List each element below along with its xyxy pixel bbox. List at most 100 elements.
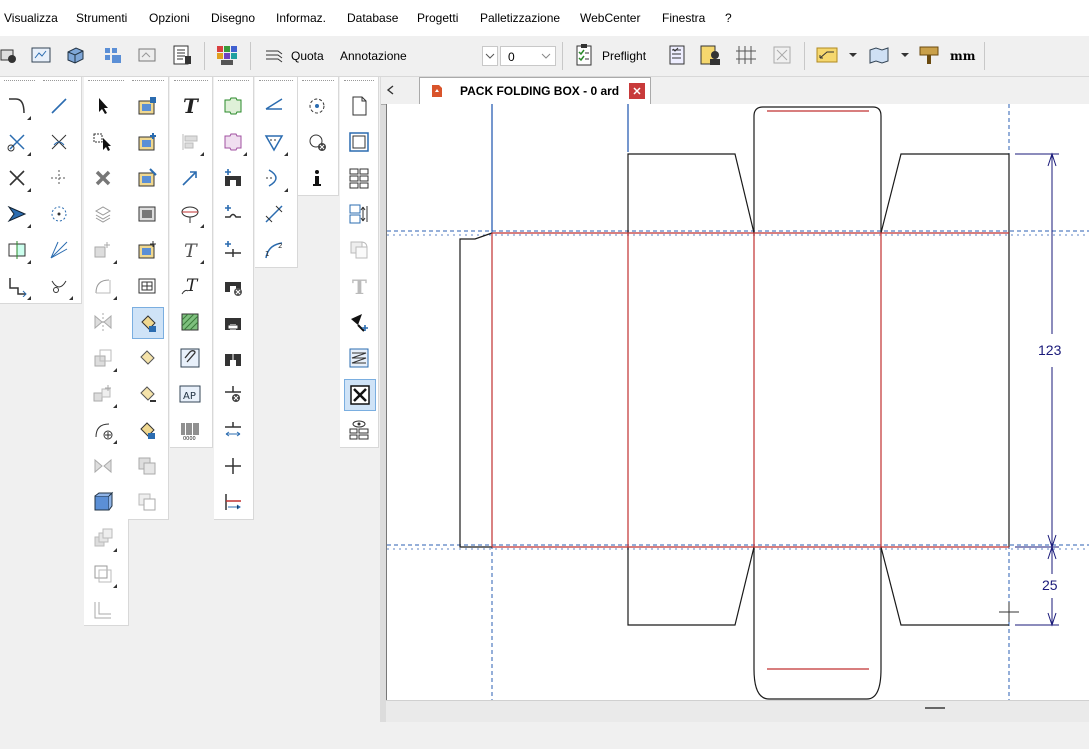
palette-tool-icon[interactable] <box>214 42 240 68</box>
annotation-dropdown[interactable] <box>482 46 498 66</box>
close-tab-button[interactable] <box>629 83 645 99</box>
zigzag-lines-icon[interactable] <box>344 343 374 373</box>
layers-disabled-icon[interactable] <box>88 199 118 229</box>
annotation-label[interactable]: Annotazione <box>340 49 407 63</box>
intersect-tool-icon[interactable] <box>44 127 74 157</box>
panel-outline-icon[interactable] <box>218 91 248 121</box>
cross-tool-icon[interactable] <box>2 163 32 193</box>
ray-fan-icon[interactable] <box>44 235 74 265</box>
step-path-icon[interactable] <box>2 271 32 301</box>
stack-disabled-icon[interactable] <box>88 523 118 553</box>
grid-dimension-icon[interactable] <box>733 42 759 68</box>
scale-disabled-icon[interactable] <box>88 343 118 373</box>
grid-layout-icon[interactable] <box>344 163 374 193</box>
menu-help[interactable]: ? <box>725 11 732 25</box>
menu-strumenti[interactable]: Strumenti <box>76 11 127 25</box>
delete-panel-icon[interactable] <box>218 271 248 301</box>
ap-label-icon[interactable]: AP <box>175 379 205 409</box>
text-path-icon[interactable]: T <box>175 271 205 301</box>
crease-add-icon[interactable] <box>218 199 248 229</box>
line-split-add-icon[interactable] <box>218 235 248 265</box>
barcode-icon[interactable]: 0000 <box>175 415 205 445</box>
pen-add-icon[interactable] <box>344 307 374 337</box>
frame-square-icon[interactable] <box>344 127 374 157</box>
stairs-disabled-icon[interactable] <box>88 595 118 625</box>
image-fit-icon[interactable] <box>132 271 162 301</box>
paint-bucket-active-icon[interactable] <box>132 307 164 339</box>
text-shadow-disabled-icon[interactable]: T <box>344 271 374 301</box>
panel-link-icon[interactable] <box>218 307 248 337</box>
hatch-fill-icon[interactable] <box>175 307 205 337</box>
menu-palletizzazione[interactable]: Palletizzazione <box>480 11 560 25</box>
mirror-disabled-icon[interactable] <box>88 307 118 337</box>
paperclip-icon[interactable] <box>175 343 205 373</box>
edge-dimension-icon[interactable] <box>218 487 248 517</box>
trim-scissors-icon[interactable] <box>44 271 74 301</box>
line-tool-icon[interactable] <box>44 91 74 121</box>
circle-point-icon[interactable] <box>302 91 332 121</box>
curve-points-icon[interactable]: 12 <box>259 235 289 265</box>
cross-line-icon[interactable] <box>218 451 248 481</box>
chevron-right-tool-icon[interactable] <box>2 199 32 229</box>
line-delete-icon[interactable] <box>218 379 248 409</box>
layer-select[interactable]: 0 <box>500 46 556 66</box>
dotted-cross-icon[interactable] <box>44 163 74 193</box>
layout-split-icon[interactable] <box>344 199 374 229</box>
copy-layout-disabled-icon[interactable] <box>344 235 374 265</box>
info-icon[interactable] <box>302 163 332 193</box>
text-style-icon[interactable]: T <box>175 235 205 265</box>
array-disabled-icon[interactable] <box>88 379 118 409</box>
rotate-add-icon[interactable] <box>88 415 118 445</box>
image-frame-icon[interactable] <box>132 199 162 229</box>
tab-scroll-left-icon[interactable] <box>386 85 394 95</box>
3d-fold-icon[interactable] <box>88 487 118 517</box>
paint-bucket-icon[interactable] <box>132 343 162 373</box>
chevron-down-icon[interactable] <box>892 42 918 68</box>
diagonal-measure-icon[interactable] <box>259 199 289 229</box>
circle-delete-icon[interactable] <box>302 127 332 157</box>
tab-pack-folding-box[interactable]: PACK FOLDING BOX - 0 ard <box>419 77 651 105</box>
menu-opzioni[interactable]: Opzioni <box>149 11 190 25</box>
document-list-icon[interactable] <box>169 42 195 68</box>
drawing-canvas[interactable]: 123 25 <box>386 104 1089 700</box>
panel-split-icon[interactable] <box>218 343 248 373</box>
menu-disegno[interactable]: Disegno <box>211 11 255 25</box>
quota-label[interactable]: Quota <box>291 49 324 63</box>
die-line-drawing[interactable] <box>387 104 1089 700</box>
scissors-icon[interactable] <box>2 127 32 157</box>
line-spacing-icon[interactable] <box>218 415 248 445</box>
fillet-tool-icon[interactable] <box>2 91 32 121</box>
add-panel-icon[interactable] <box>218 163 248 193</box>
group-disabled-icon[interactable] <box>132 451 162 481</box>
chevron-down-icon[interactable] <box>840 42 866 68</box>
scroll-thumb[interactable] <box>925 707 945 709</box>
menu-informaz[interactable]: Informaz. <box>276 11 326 25</box>
align-tool-icon[interactable] <box>2 235 32 265</box>
menu-database[interactable]: Database <box>347 11 398 25</box>
paint-bucket-fill-icon[interactable] <box>132 379 162 409</box>
ungroup-disabled-icon[interactable] <box>132 487 162 517</box>
new-page-icon[interactable] <box>344 91 374 121</box>
crop-image-icon[interactable] <box>132 163 162 193</box>
new-layer-icon[interactable] <box>0 42 22 68</box>
window-image-icon[interactable] <box>28 42 54 68</box>
arc-bisect-icon[interactable] <box>259 163 289 193</box>
mirror-point-disabled-icon[interactable] <box>88 451 118 481</box>
offset-disabled-icon[interactable] <box>88 559 118 589</box>
dimension-stack-icon[interactable] <box>260 42 286 68</box>
insert-image-plus-icon[interactable] <box>132 127 162 157</box>
paint-bucket-blue-icon[interactable] <box>132 415 162 445</box>
align-disabled-icon[interactable] <box>175 127 205 157</box>
layout-blocks-icon[interactable] <box>100 42 126 68</box>
view-layers-icon[interactable] <box>344 415 374 445</box>
horizontal-scrollbar[interactable] <box>386 700 1089 723</box>
close-box-active-icon[interactable] <box>344 379 376 411</box>
image-window-icon[interactable] <box>134 42 160 68</box>
insert-image-icon[interactable] <box>132 91 162 121</box>
image-add-icon[interactable] <box>132 235 162 265</box>
pointer-arrow-icon[interactable] <box>88 91 118 121</box>
select-group-icon[interactable] <box>88 127 118 157</box>
arrow-direction-icon[interactable] <box>814 42 840 68</box>
arrow-tool-icon[interactable] <box>175 163 205 193</box>
units-label[interactable]: mm <box>950 49 975 63</box>
